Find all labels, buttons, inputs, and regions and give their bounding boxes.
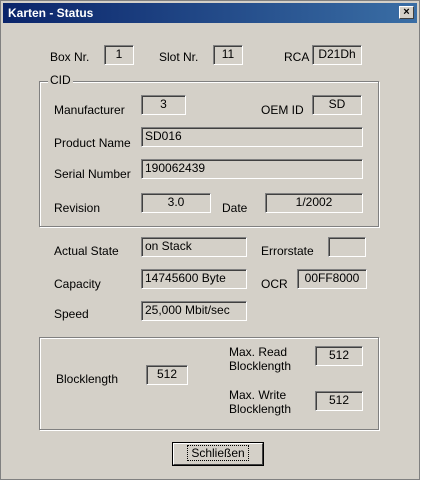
speed-field: 25,000 Mbit/sec [141,301,247,321]
revision-label: Revision [54,201,101,215]
blocklength-label: Blocklength [56,372,119,386]
serial-number-label: Serial Number [54,167,131,181]
ocr-field: 00FF8000 [297,269,367,289]
cid-legend: CID [48,73,73,87]
product-name-label: Product Name [54,136,131,150]
box-nr-field: 1 [104,45,134,65]
serial-number-field: 190062439 [141,159,363,179]
max-read-field: 512 [315,346,363,366]
date-label: Date [222,201,248,215]
revision-field: 3.0 [141,193,211,213]
capacity-label: Capacity [54,277,101,291]
slot-nr-label: Slot Nr. [159,50,199,64]
max-write-label-line2: Blocklength [229,402,292,416]
actual-state-field: on Stack [141,237,247,257]
actual-state-label: Actual State [54,244,119,258]
status-dialog: Karten - Status × Box Nr. 1 Slot Nr. 11 … [0,0,420,480]
slot-nr-field: 11 [213,45,243,65]
max-write-label-line1: Max. Write [229,388,287,402]
window-title: Karten - Status [8,6,94,20]
manufacturer-label: Manufacturer [54,103,125,117]
errorstate-label: Errorstate [261,244,314,258]
capacity-field: 14745600 Byte [141,269,247,289]
rca-label: RCA [284,50,310,64]
rca-field: D21Dh [312,45,362,65]
close-button[interactable]: Schließen [173,443,263,465]
max-read-label-line1: Max. Read [229,345,288,359]
close-icon[interactable]: × [399,6,414,19]
close-button-label: Schließen [187,445,249,461]
box-nr-label: Box Nr. [50,50,90,64]
errorstate-field [328,237,366,257]
manufacturer-field: 3 [141,95,186,115]
max-read-label-line2: Blocklength [229,359,292,373]
product-name-field: SD016 [141,127,363,147]
speed-label: Speed [54,307,89,321]
max-write-field: 512 [315,391,363,411]
title-bar: Karten - Status × [3,3,417,23]
blocklength-field: 512 [146,365,188,385]
oem-id-field: SD [312,95,362,115]
ocr-label: OCR [261,277,288,291]
date-field: 1/2002 [265,193,363,213]
oem-id-label: OEM ID [261,103,304,117]
